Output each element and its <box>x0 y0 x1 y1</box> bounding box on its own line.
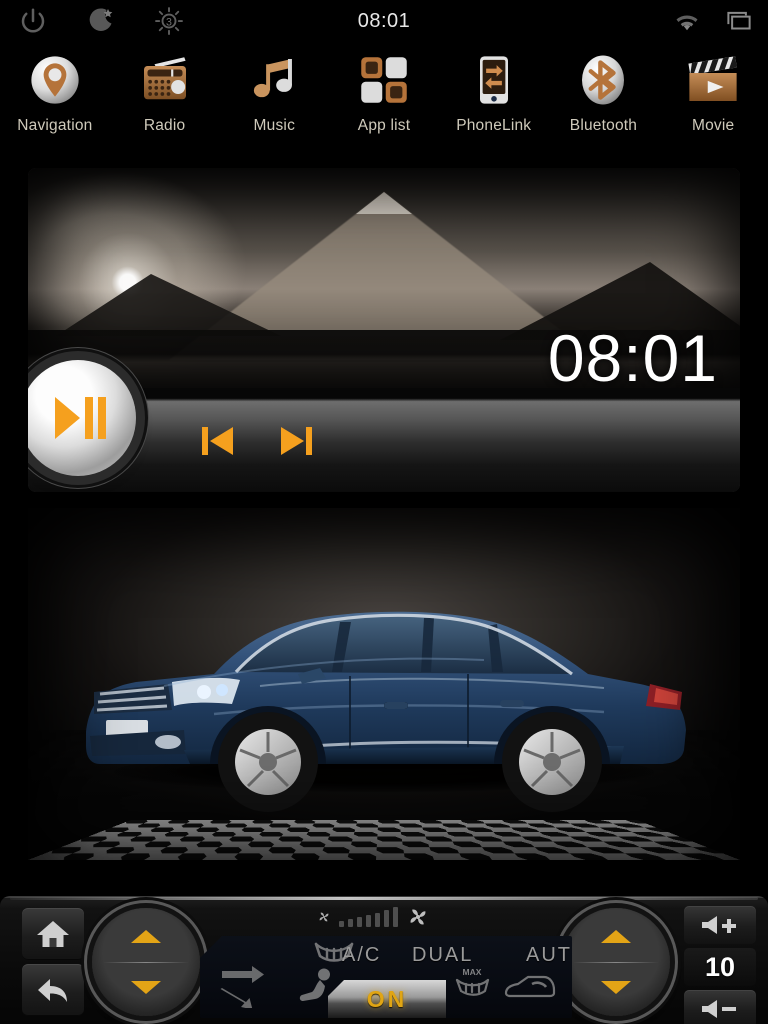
fan-large-icon <box>405 904 431 930</box>
vehicle-image-panel[interactable] <box>28 508 740 860</box>
app-music-label: Music <box>253 117 296 134</box>
vehicle-vignette <box>28 508 740 860</box>
volume-down-icon <box>698 997 742 1021</box>
previous-track-button[interactable] <box>200 424 236 458</box>
music-note-icon <box>246 52 302 108</box>
volume-value: 10 <box>684 948 756 986</box>
app-phonelink-label: PhoneLink <box>456 117 532 134</box>
bar-top-highlight <box>10 897 758 900</box>
knob-divider <box>572 962 660 963</box>
app-app-list-label: App list <box>357 117 411 134</box>
passenger-temp-up-icon[interactable] <box>601 930 631 943</box>
infotainment-screen: 3 08:01 Navigation Radio Music App list … <box>0 0 768 1024</box>
driver-temp-up-icon[interactable] <box>131 930 161 943</box>
front-defrost-icon[interactable] <box>312 940 356 966</box>
map-pin-icon <box>27 52 83 108</box>
screen-icon[interactable] <box>724 6 754 36</box>
app-movie[interactable]: Movie <box>658 42 768 135</box>
home-button[interactable] <box>22 908 84 960</box>
climate-control-bar: A/C DUAL AUTO MAX ON 10 <box>0 896 768 1024</box>
app-movie-label: Movie <box>691 117 735 134</box>
app-navigation[interactable]: Navigation <box>0 42 110 135</box>
app-navigation-label: Navigation <box>17 117 93 134</box>
media-artwork: 08:01 <box>28 168 740 388</box>
artwork-clock: 08:01 <box>547 321 718 388</box>
app-radio[interactable]: Radio <box>110 42 220 135</box>
volume-up-icon <box>698 913 742 937</box>
app-app-list[interactable]: App list <box>329 42 439 135</box>
fan-speed-bars[interactable] <box>339 907 398 927</box>
play-pause-button[interactable] <box>28 360 136 476</box>
knob-divider <box>102 962 190 963</box>
wifi-icon[interactable] <box>672 6 702 36</box>
next-track-icon <box>278 424 314 458</box>
app-bluetooth[interactable]: Bluetooth <box>549 42 659 135</box>
volume-down-button[interactable] <box>684 990 756 1024</box>
status-bar: 3 08:01 <box>0 0 768 42</box>
volume-up-button[interactable] <box>684 906 756 944</box>
driver-temperature-knob[interactable] <box>92 908 200 1016</box>
rear-defog-icon[interactable] <box>502 972 558 1002</box>
status-bar-right-icons <box>672 0 754 42</box>
dual-label[interactable]: DUAL <box>412 944 473 967</box>
back-button[interactable] <box>22 964 84 1016</box>
app-music[interactable]: Music <box>219 42 329 135</box>
media-widget[interactable]: 08:01 <box>28 168 740 492</box>
hvac-on-label: ON <box>366 985 408 1012</box>
driver-temp-down-icon[interactable] <box>131 981 161 994</box>
passenger-temp-down-icon[interactable] <box>601 981 631 994</box>
media-control-bar <box>28 360 740 492</box>
back-arrow-icon <box>36 975 70 1005</box>
max-defrost-icon[interactable]: MAX <box>452 966 496 1000</box>
fan-small-icon <box>316 909 332 925</box>
app-bluetooth-label: Bluetooth <box>569 117 638 134</box>
status-bar-clock: 08:01 <box>357 9 411 32</box>
next-track-button[interactable] <box>278 424 314 458</box>
svg-text:MAX: MAX <box>463 967 482 977</box>
play-pause-icon <box>47 392 109 444</box>
fan-speed-indicator[interactable] <box>316 904 604 930</box>
hvac-display: A/C DUAL AUTO MAX ON <box>200 936 572 1018</box>
hvac-on-button[interactable]: ON <box>328 980 446 1018</box>
app-dock: Navigation Radio Music App list PhoneLin… <box>0 42 768 164</box>
previous-track-icon <box>200 424 236 458</box>
app-radio-label: Radio <box>143 117 186 134</box>
radio-icon <box>137 52 193 108</box>
grid-apps-icon <box>356 52 412 108</box>
home-icon <box>36 919 70 949</box>
phone-link-icon <box>466 52 522 108</box>
app-phonelink[interactable]: PhoneLink <box>439 42 549 135</box>
clapperboard-icon <box>685 52 741 108</box>
bluetooth-icon <box>575 52 631 108</box>
airflow-arrows-icon[interactable] <box>220 964 276 1008</box>
